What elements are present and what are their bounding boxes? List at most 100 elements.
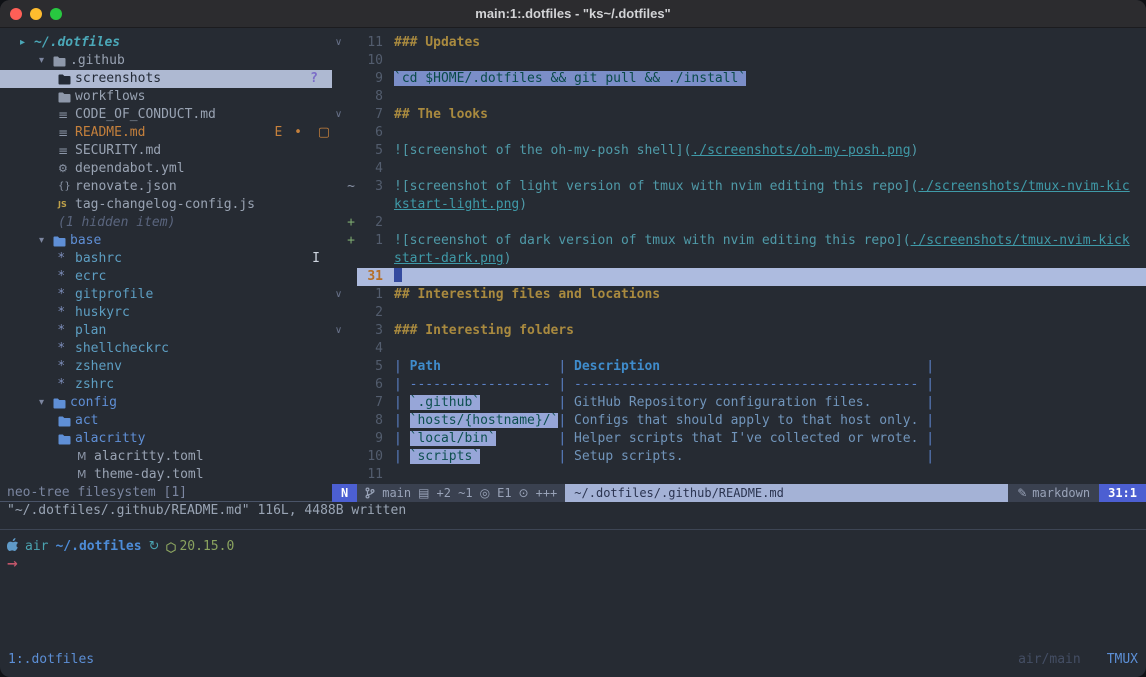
tree-item-zshenv[interactable]: *zshenv xyxy=(0,358,332,376)
tree-item-label: ~/.dotfiles xyxy=(34,34,120,52)
git-sign xyxy=(345,160,357,178)
editor-line[interactable]: ∨11### Updates xyxy=(332,34,1146,52)
git-sign xyxy=(345,358,357,376)
folder-expander-icon[interactable]: ▾ xyxy=(39,232,53,250)
fold-marker xyxy=(332,304,345,322)
editor-line[interactable]: 5![screenshot of the oh-my-posh shell](.… xyxy=(332,142,1146,160)
editor-line[interactable]: 8 xyxy=(332,88,1146,106)
shell-input-line[interactable]: → xyxy=(7,556,1146,574)
line-body: 6| ------------------ | ----------------… xyxy=(357,376,1146,394)
tree-item-label: alacritty xyxy=(75,430,145,448)
editor-line[interactable]: 9`cd $HOME/.dotfiles && git pull && ./in… xyxy=(332,70,1146,88)
editor-line[interactable]: 6| ------------------ | ----------------… xyxy=(332,376,1146,394)
diagnostics-count: E1 xyxy=(497,484,511,502)
line-text: ![screenshot of the oh-my-posh shell](./… xyxy=(383,142,1146,160)
editor-line[interactable]: +1![screenshot of dark version of tmux w… xyxy=(332,232,1146,250)
git-branch-label: main xyxy=(382,484,411,502)
folder-expander-icon[interactable]: ▾ xyxy=(39,394,53,412)
statusline-extra: +++ xyxy=(536,484,558,502)
git-branch-icon xyxy=(365,487,375,499)
sh-file-icon: * xyxy=(58,358,75,376)
tree-item-shellcheckrc[interactable]: *shellcheckrc xyxy=(0,340,332,358)
tmux-window-name[interactable]: 1:.dotfiles xyxy=(8,651,94,669)
editor-line[interactable]: +2 xyxy=(332,214,1146,232)
fold-marker: ∨ xyxy=(332,106,345,124)
editor-line[interactable]: 7| `.github` | GitHub Repository configu… xyxy=(332,394,1146,412)
fold-marker: ∨ xyxy=(332,322,345,340)
tree-item-tag-changelog-config-js[interactable]: JStag-changelog-config.js xyxy=(0,196,332,214)
editor-line[interactable]: 8| `hosts/{hostname}/`| Configs that sho… xyxy=(332,412,1146,430)
editor-line[interactable]: 10 xyxy=(332,52,1146,70)
zoom-button[interactable] xyxy=(50,8,62,20)
editor-line[interactable]: 10| `scripts` | Setup scripts. | xyxy=(332,448,1146,466)
cursor-block xyxy=(394,268,402,282)
editor-line[interactable]: ~3![screenshot of light version of tmux … xyxy=(332,178,1146,196)
minimize-button[interactable] xyxy=(30,8,42,20)
git-sign xyxy=(345,70,357,88)
editor-line[interactable]: ∨7## The looks xyxy=(332,106,1146,124)
yml-file-icon: ⚙ xyxy=(58,160,75,178)
git-sign xyxy=(345,376,357,394)
editor-line[interactable]: 11 xyxy=(332,466,1146,484)
editor-line-wrap[interactable]: start-dark.png) xyxy=(332,250,1146,268)
tree-item-huskyrc[interactable]: *huskyrc xyxy=(0,304,332,322)
folder-expander-icon[interactable]: ▾ xyxy=(39,52,53,70)
editor-line[interactable]: 4 xyxy=(332,160,1146,178)
git-sign xyxy=(345,88,357,106)
editor-line-wrap[interactable]: kstart-light.png) xyxy=(332,196,1146,214)
git-edge-badge: ▢ xyxy=(318,124,330,142)
tree-item-base[interactable]: ▾base xyxy=(0,232,332,250)
editor-line[interactable]: 6 xyxy=(332,124,1146,142)
editor-line[interactable]: 9| `local/bin` | Helper scripts that I'v… xyxy=(332,430,1146,448)
folder-icon xyxy=(58,434,75,445)
titlebar[interactable]: main:1:.dotfiles - "ks~/.dotfiles" xyxy=(0,0,1146,28)
tree-item-act[interactable]: act xyxy=(0,412,332,430)
editor-pane: ∨11### Updates109`cd $HOME/.dotfiles && … xyxy=(332,28,1146,502)
tree-item-github[interactable]: ▾ .github xyxy=(0,52,332,70)
line-number: 8 xyxy=(357,412,383,430)
root-expander-icon[interactable]: ▸ xyxy=(20,34,34,52)
tree-item-label: screenshots xyxy=(75,70,161,88)
tree-item-gitprofile[interactable]: *gitprofile xyxy=(0,286,332,304)
tree-item-alacritty[interactable]: alacritty xyxy=(0,430,332,448)
editor-line[interactable]: ∨1## Interesting files and locations xyxy=(332,286,1146,304)
tree-item-config[interactable]: ▾config xyxy=(0,394,332,412)
tree-item-alacritty-toml[interactable]: Malacritty.toml xyxy=(0,448,332,466)
tree-item-workflows[interactable]: workflows xyxy=(0,88,332,106)
tree-item-dotfiles[interactable]: ▸~/.dotfiles xyxy=(0,34,332,52)
tmux-pane-divider[interactable] xyxy=(0,520,1146,538)
editor-line[interactable]: 5| Path | Description | xyxy=(332,358,1146,376)
tree-item-bashrc[interactable]: *bashrcI xyxy=(0,250,332,268)
tree-item-theme-day-toml[interactable]: Mtheme-day.toml xyxy=(0,466,332,484)
editor-line[interactable]: ∨3### Interesting folders xyxy=(332,322,1146,340)
tree-item-zshrc[interactable]: *zshrc xyxy=(0,376,332,394)
git-sign xyxy=(345,340,357,358)
editor-line[interactable]: 2 xyxy=(332,304,1146,322)
tree-item-plan[interactable]: *plan xyxy=(0,322,332,340)
tree-item-code-of-conduct-md[interactable]: ≡CODE_OF_CONDUCT.md xyxy=(0,106,332,124)
tree-item-dependabot-yml[interactable]: ⚙dependabot.yml xyxy=(0,160,332,178)
line-number: 5 xyxy=(357,358,383,376)
line-text: kstart-light.png) xyxy=(383,196,1146,214)
fold-marker xyxy=(332,124,345,142)
fold-marker xyxy=(332,376,345,394)
editor-line[interactable]: 4 xyxy=(332,340,1146,358)
tree-item-renovate-json[interactable]: {}renovate.json xyxy=(0,178,332,196)
tree-item-screenshots[interactable]: screenshots? xyxy=(0,70,332,88)
command-line[interactable]: "~/.dotfiles/.github/README.md" 116L, 44… xyxy=(0,502,1146,520)
editor-line[interactable]: 31 xyxy=(332,268,1146,286)
tree-item-label: gitprofile xyxy=(75,286,153,304)
tree-item-readme-md[interactable]: ≡README.mdE •▢ xyxy=(0,124,332,142)
close-button[interactable] xyxy=(10,8,22,20)
tree-item-label: .github xyxy=(70,52,125,70)
tree-item-1-hidden-item[interactable]: (1 hidden item) xyxy=(0,214,332,232)
traffic-lights xyxy=(10,0,62,27)
tree-item-label: (1 hidden item) xyxy=(58,214,175,232)
statusline: N main ▤ +2 ~1 ◎ E1 ⊙ +++ ~/.dotfiles/.g… xyxy=(332,484,1146,502)
git-sign xyxy=(345,196,357,214)
tree-item-security-md[interactable]: ≡SECURITY.md xyxy=(0,142,332,160)
tree-item-label: renovate.json xyxy=(75,178,177,196)
line-number: 7 xyxy=(357,106,383,124)
shell-pane[interactable]: air ~/.dotfiles ↻ 20.15.0 → xyxy=(0,538,1146,574)
tree-item-ecrc[interactable]: *ecrc xyxy=(0,268,332,286)
